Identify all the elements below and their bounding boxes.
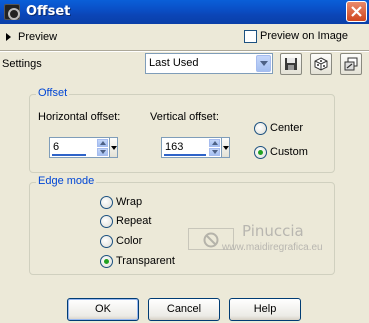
settings-preset-value: Last Used <box>149 57 199 69</box>
horizontal-offset-dropdown[interactable] <box>109 137 118 158</box>
chevron-down-icon[interactable] <box>256 55 271 72</box>
edge-color-label: Color <box>116 235 143 247</box>
cancel-button[interactable]: Cancel <box>148 298 220 321</box>
origin-custom-label: Custom <box>270 146 308 158</box>
horizontal-offset-value: 6 <box>53 141 60 153</box>
close-button[interactable] <box>346 1 367 22</box>
offset-group-title: Offset <box>36 87 70 99</box>
spin-up-icon[interactable] <box>97 139 108 147</box>
randomize-button[interactable] <box>310 53 332 75</box>
offset-dialog: Offset Preview Preview on Image Settings… <box>0 0 369 323</box>
help-button[interactable]: Help <box>229 298 301 321</box>
vertical-offset-field[interactable]: 163 <box>161 137 230 158</box>
close-icon <box>351 6 362 17</box>
watermark-name: Pinuccia <box>242 222 304 240</box>
expand-arrow-icon <box>6 33 11 41</box>
origin-center-radio[interactable] <box>254 122 267 135</box>
value-slider-bar[interactable] <box>164 154 206 156</box>
edge-transparent-radio[interactable] <box>100 255 113 268</box>
origin-center-label: Center <box>270 122 304 134</box>
preview-label: Preview <box>18 31 58 43</box>
vertical-offset-dropdown[interactable] <box>221 137 230 158</box>
disabled-icon <box>203 232 219 248</box>
preview-on-image-checkbox[interactable] <box>244 30 257 43</box>
origin-custom-radio[interactable] <box>254 146 267 159</box>
edge-repeat-radio[interactable] <box>100 215 113 228</box>
app-icon <box>4 4 20 20</box>
settings-preset-select[interactable]: Last Used <box>145 53 273 74</box>
spin-down-icon[interactable] <box>209 148 220 156</box>
ok-button[interactable]: OK <box>67 298 139 321</box>
edge-mode-group-title: Edge mode <box>36 175 97 187</box>
spin-up-icon[interactable] <box>209 139 220 147</box>
horizontal-offset-label: Horizontal offset: <box>38 111 121 123</box>
save-preset-button[interactable] <box>280 53 302 75</box>
reset-icon <box>344 57 358 71</box>
watermark-url: www.maidiregrafica.eu <box>222 242 323 253</box>
horizontal-offset-spinner[interactable] <box>97 139 108 156</box>
window-title: Offset <box>26 4 71 19</box>
spin-down-icon[interactable] <box>97 148 108 156</box>
edge-repeat-label: Repeat <box>116 215 152 227</box>
save-icon <box>285 58 297 70</box>
value-slider-bar[interactable] <box>52 154 86 156</box>
edge-transparent-label: Transparent <box>116 255 175 267</box>
edge-color-radio[interactable] <box>100 235 113 248</box>
randomize-dice-icon <box>314 57 328 71</box>
reset-button[interactable] <box>340 53 362 75</box>
vertical-offset-label: Vertical offset: <box>150 111 219 123</box>
horizontal-offset-field[interactable]: 6 <box>49 137 118 158</box>
preview-on-image-label: Preview on Image <box>260 30 349 42</box>
edge-wrap-label: Wrap <box>116 196 143 208</box>
separator <box>0 50 369 52</box>
vertical-offset-spinner[interactable] <box>209 139 220 156</box>
settings-label: Settings <box>2 58 42 70</box>
title-bar[interactable]: Offset <box>0 0 369 24</box>
edge-wrap-radio[interactable] <box>100 196 113 209</box>
vertical-offset-value: 163 <box>165 141 184 153</box>
